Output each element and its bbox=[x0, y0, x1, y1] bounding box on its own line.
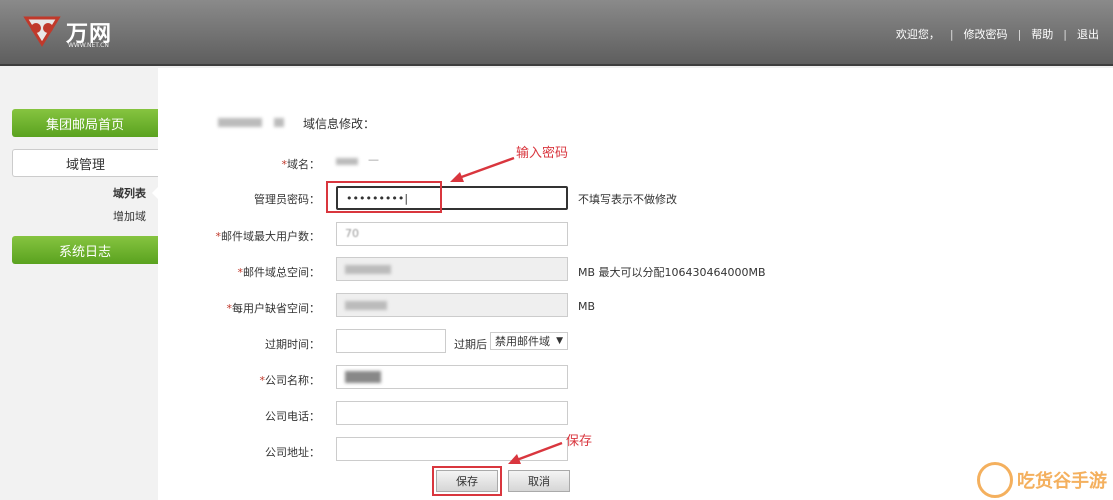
cancel-button[interactable]: 取消 bbox=[508, 470, 570, 492]
logo-url: WWW.NET.CN bbox=[68, 42, 109, 49]
sidebar-item-home[interactable]: 集团邮局首页 bbox=[12, 109, 158, 137]
sidebar: 集团邮局首页 域管理 域列表 增加域 系统日志 bbox=[0, 68, 158, 500]
save-highlight-box bbox=[432, 466, 502, 496]
help-link[interactable]: 帮助 bbox=[1031, 26, 1053, 42]
arrow-icon bbox=[508, 441, 563, 464]
company-name-input[interactable] bbox=[336, 365, 568, 389]
annotation-input-password: 输入密码 bbox=[516, 146, 569, 161]
welcome-text: 欢迎您， bbox=[895, 28, 940, 41]
logo[interactable]: 万网 WWW.NET.CN bbox=[22, 12, 132, 54]
nav-separator: | bbox=[1017, 27, 1022, 41]
per-user-space-note: MB bbox=[578, 300, 596, 313]
domain-label: *域名： bbox=[281, 158, 321, 171]
top-header: 万网 WWW.NET.CN 欢迎您， | 修改密码 | 帮助 | 退出 bbox=[0, 0, 1113, 66]
top-nav: 欢迎您， | 修改密码 | 帮助 | 退出 bbox=[896, 26, 1099, 42]
admin-password-label: 管理员密码： bbox=[254, 193, 320, 206]
admin-password-note: 不填写表示不做修改 bbox=[578, 193, 677, 206]
expire-after-label: 过期后 bbox=[454, 338, 487, 351]
per-user-space-input[interactable] bbox=[336, 293, 568, 317]
watermark-face-icon bbox=[977, 462, 1013, 498]
company-address-label: 公司地址： bbox=[265, 446, 320, 459]
nav-separator: | bbox=[1063, 27, 1067, 41]
change-password-link[interactable]: 修改密码 bbox=[964, 26, 1008, 42]
per-user-space-label: *每用户缺省空间： bbox=[226, 302, 321, 315]
arrow-icon bbox=[450, 156, 515, 182]
total-space-input[interactable] bbox=[336, 257, 568, 281]
expire-time-input[interactable] bbox=[336, 329, 446, 353]
redacted-domain-value bbox=[336, 158, 358, 165]
redacted-domain bbox=[218, 118, 262, 127]
domain-dash: — bbox=[368, 153, 379, 166]
form-title: 域信息修改： bbox=[303, 117, 376, 131]
max-users-input[interactable]: 70 bbox=[336, 222, 568, 246]
main-content: 域信息修改： *域名： — 管理员密码： •••••••••| 不填写表示不做修… bbox=[158, 68, 1113, 500]
redacted-domain bbox=[274, 118, 284, 127]
annotation-save: 保存 bbox=[566, 434, 593, 449]
sidebar-item-add-domain[interactable]: 增加域 bbox=[0, 208, 146, 224]
password-highlight-box bbox=[326, 181, 442, 213]
expire-time-label: 过期时间： bbox=[265, 338, 320, 351]
total-space-note: MB 最大可以分配106430464000MB bbox=[578, 266, 766, 279]
watermark: 吃货谷手游 bbox=[977, 462, 1107, 498]
company-phone-label: 公司电话： bbox=[265, 410, 320, 423]
expire-action-select[interactable]: 禁用邮件域 ▼ bbox=[490, 332, 568, 350]
max-users-label: *邮件域最大用户数： bbox=[215, 230, 321, 243]
company-name-label: *公司名称： bbox=[259, 374, 321, 387]
nav-separator: | bbox=[949, 27, 954, 41]
logout-link[interactable]: 退出 bbox=[1077, 26, 1099, 42]
total-space-label: *邮件域总空间： bbox=[237, 266, 321, 279]
logo-emblem-icon bbox=[23, 16, 61, 47]
company-phone-input[interactable] bbox=[336, 401, 568, 425]
chevron-down-icon: ▼ bbox=[556, 336, 563, 346]
